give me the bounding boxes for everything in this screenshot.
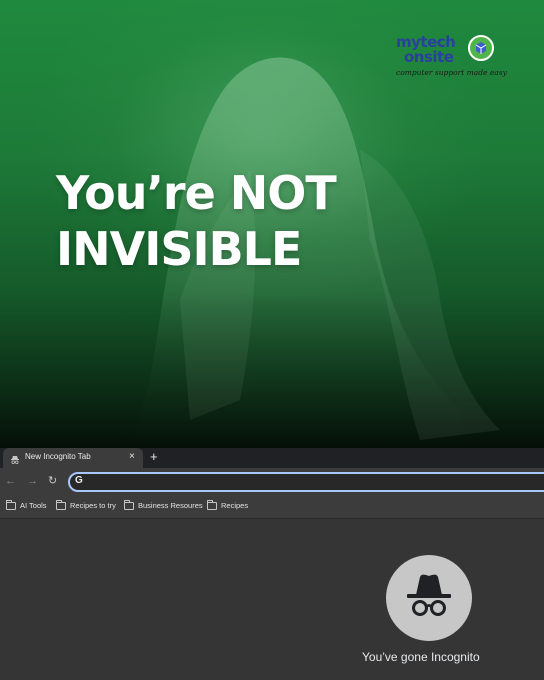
folder-icon bbox=[6, 500, 16, 510]
close-icon[interactable]: × bbox=[129, 451, 135, 463]
incognito-tab-icon bbox=[10, 452, 20, 464]
folder-icon bbox=[124, 500, 134, 510]
bookmarks-bar: AI Tools Recipes to try Business Resoure… bbox=[0, 496, 544, 519]
back-arrow-icon[interactable]: ← bbox=[5, 475, 16, 487]
folder-icon bbox=[207, 500, 217, 510]
bookmark-label: Recipes bbox=[221, 501, 249, 510]
tab-new-incognito[interactable]: New Incognito Tab × bbox=[3, 448, 143, 468]
folder-icon bbox=[56, 500, 66, 510]
logo-tagline: computer support made easy bbox=[396, 68, 507, 77]
incognito-page-content: You’ve gone Incognito bbox=[0, 519, 544, 680]
plus-icon[interactable]: + bbox=[150, 450, 158, 464]
browser-tab-strip: New Incognito Tab × + bbox=[0, 448, 544, 468]
forward-arrow-icon[interactable]: → bbox=[27, 475, 38, 487]
logo-wordmark-line2: onsite bbox=[404, 48, 454, 66]
headline-line-2: INVISIBLE bbox=[56, 222, 302, 276]
hero-banner: You’re NOT INVISIBLE mytech onsite compu… bbox=[0, 0, 544, 448]
incognito-message: You’ve gone Incognito bbox=[362, 650, 480, 664]
address-bar[interactable]: G bbox=[68, 472, 544, 492]
tab-title: New Incognito Tab bbox=[25, 452, 91, 461]
bookmark-label: Recipes to try bbox=[70, 501, 116, 510]
google-icon: G bbox=[75, 475, 83, 486]
brand-logo: mytech onsite computer support made easy bbox=[396, 33, 507, 83]
browser-toolbar: ← → ↻ G bbox=[0, 468, 544, 496]
bookmark-label: AI Tools bbox=[20, 501, 47, 510]
page: You’re NOT INVISIBLE mytech onsite compu… bbox=[0, 0, 544, 680]
reload-icon[interactable]: ↻ bbox=[48, 475, 57, 487]
headline-line-1: You’re NOT bbox=[56, 166, 337, 220]
bookmark-label: Business Resoures bbox=[138, 501, 203, 510]
logo-globe-icon bbox=[468, 35, 494, 61]
incognito-spy-icon bbox=[386, 555, 472, 641]
headline: You’re NOT INVISIBLE bbox=[56, 165, 376, 277]
